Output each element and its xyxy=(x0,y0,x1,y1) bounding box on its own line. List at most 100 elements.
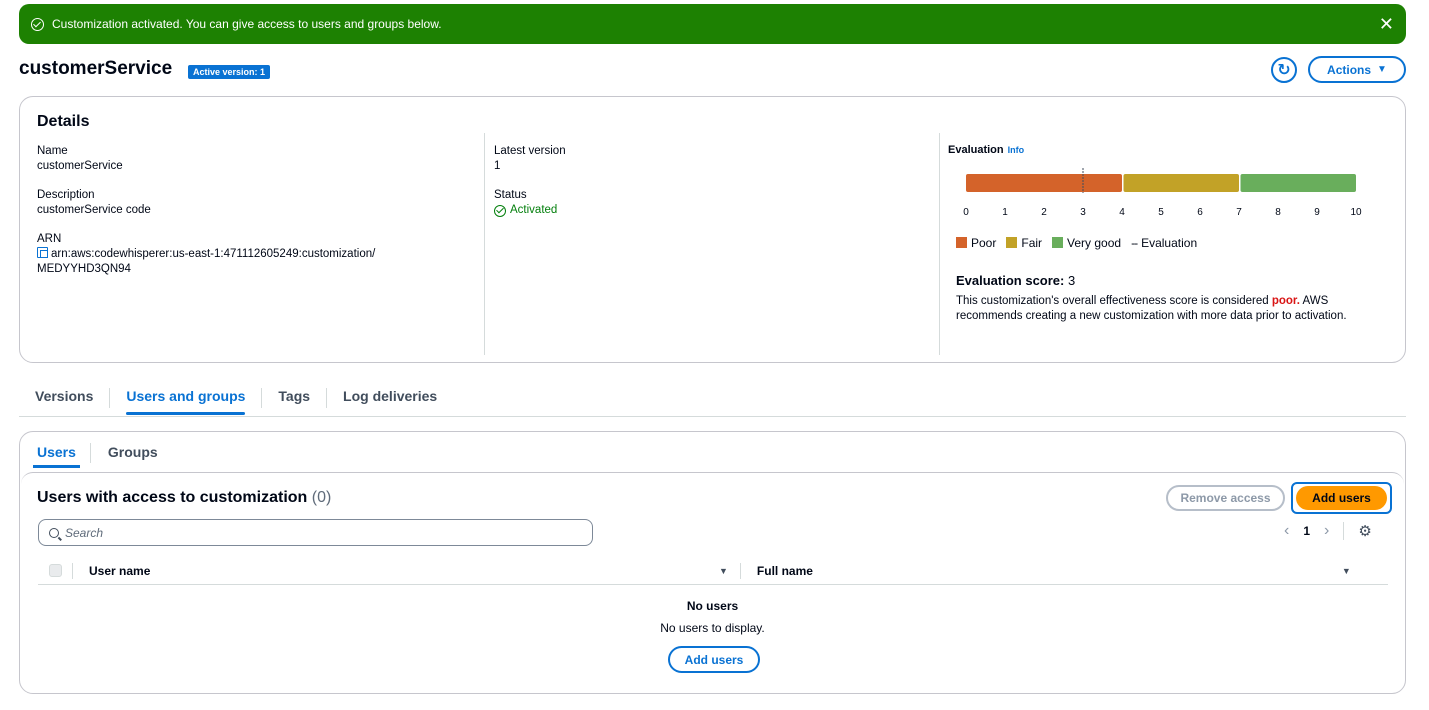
eval-segment-fair xyxy=(1123,174,1239,192)
flash-message: Customization activated. You can give ac… xyxy=(52,17,442,31)
subtab-divider xyxy=(89,443,91,463)
details-heading: Details xyxy=(37,113,90,130)
name-value: customerService xyxy=(37,160,123,172)
tab-users-and-groups[interactable]: Users and groups xyxy=(110,380,261,415)
legend-very-good: Very good xyxy=(1052,236,1121,250)
tick-label: 7 xyxy=(1236,207,1242,218)
caret-down-icon: ▼ xyxy=(1377,64,1387,75)
legend-swatch-fair xyxy=(1006,237,1018,248)
page-number[interactable]: 1 xyxy=(1303,524,1310,538)
evaluation-score: Evaluation score: 3 xyxy=(956,273,1075,288)
column-header-username[interactable]: User name xyxy=(89,564,719,578)
sub-tabs: Users Groups xyxy=(20,432,1405,470)
info-link[interactable]: Info xyxy=(1008,145,1025,155)
arn-line-1: arn:aws:codewhisperer:us-east-1:47111260… xyxy=(51,248,376,260)
pager-divider xyxy=(1343,522,1345,540)
tick-label: 5 xyxy=(1158,207,1164,218)
details-column-1: Name customerService Description custome… xyxy=(37,144,477,291)
check-circle-icon xyxy=(494,204,506,217)
column-divider xyxy=(484,133,485,355)
actions-label: Actions xyxy=(1327,62,1372,77)
score-description: This customization's overall effectivene… xyxy=(956,294,1356,324)
refresh-icon[interactable]: ↻ xyxy=(1271,57,1297,83)
evaluation-title-text: Evaluation xyxy=(948,144,1004,156)
users-panel: Users with access to customization (0) R… xyxy=(21,472,1404,693)
add-users-button[interactable]: Add users xyxy=(1296,486,1387,510)
empty-state-subtitle: No users to display. xyxy=(660,621,765,635)
legend-evaluation: -- Evaluation xyxy=(1131,236,1197,250)
search-icon xyxy=(49,527,59,538)
description-label: Description xyxy=(37,189,95,201)
tick-label: 2 xyxy=(1041,207,1047,218)
search-field[interactable] xyxy=(38,519,593,546)
arn-label: ARN xyxy=(37,233,62,245)
status-label: Status xyxy=(494,189,527,201)
panel-title-text: Users with access to customization xyxy=(37,489,308,506)
select-all-checkbox[interactable] xyxy=(49,564,62,577)
header-divider xyxy=(72,562,73,579)
arn-value: arn:aws:codewhisperer:us-east-1:47111260… xyxy=(37,247,477,277)
status-indicator: Activated xyxy=(494,203,894,218)
legend-poor-label: Poor xyxy=(971,236,997,250)
tick-label: 6 xyxy=(1197,207,1203,218)
sort-icon[interactable]: ▼ xyxy=(719,566,728,576)
users-count: (0) xyxy=(311,489,332,506)
legend-fair: Fair xyxy=(1006,236,1042,250)
score-label: Evaluation score: xyxy=(956,273,1065,288)
table-header: User name ▼ Full name ▼ xyxy=(38,557,1388,585)
legend-swatch-very-good xyxy=(1052,237,1064,248)
tick-label: 1 xyxy=(1002,207,1008,218)
score-desc-before: This customization's overall effectivene… xyxy=(956,295,1272,307)
actions-button[interactable]: Actions ▼ xyxy=(1308,56,1406,83)
evaluation-title: Evaluation Info xyxy=(948,144,1388,156)
copy-icon[interactable] xyxy=(37,247,48,258)
tab-tags[interactable]: Tags xyxy=(262,380,326,414)
legend-poor: Poor xyxy=(956,236,996,250)
empty-state-title: No users xyxy=(686,599,739,613)
dashed-line-icon: -- xyxy=(1131,236,1138,250)
subtab-users[interactable]: Users xyxy=(33,432,80,470)
page-title: customerService xyxy=(19,58,173,79)
remove-access-button[interactable]: Remove access xyxy=(1166,485,1285,511)
tab-versions[interactable]: Versions xyxy=(19,380,109,414)
users-groups-container: Users Groups Users with access to custom… xyxy=(19,431,1406,694)
status-value: Activated xyxy=(510,204,558,216)
description-value: customerService code xyxy=(37,204,151,216)
legend-swatch-poor xyxy=(956,237,967,248)
settings-icon[interactable]: ⚙ xyxy=(1358,522,1371,540)
users-panel-title: Users with access to customization (0) xyxy=(37,489,331,507)
eval-segment-very-good xyxy=(1240,174,1356,192)
active-version-badge: Active version: 1 xyxy=(188,65,271,79)
details-column-2: Latest version 1 Status Activated xyxy=(494,144,894,232)
tick-label: 0 xyxy=(963,207,969,218)
success-flash-banner: Customization activated. You can give ac… xyxy=(19,4,1406,44)
details-panel: Details Name customerService Description… xyxy=(19,96,1406,363)
legend-very-good-label: Very good xyxy=(1067,236,1122,250)
tab-log-deliveries[interactable]: Log deliveries xyxy=(327,380,453,414)
evaluation-section: Evaluation Info 0 1 2 3 4 5 6 7 8 9 10 Poor Fair Ve… xyxy=(948,144,1388,322)
name-label: Name xyxy=(37,145,68,157)
arn-line-2: MEDYYHD3QN94 xyxy=(37,263,131,275)
tick-label: 8 xyxy=(1275,207,1281,218)
tick-label: 3 xyxy=(1080,207,1086,218)
latest-version-value: 1 xyxy=(494,160,501,172)
sort-icon[interactable]: ▼ xyxy=(1342,566,1351,576)
search-input[interactable] xyxy=(65,525,565,540)
score-value: 3 xyxy=(1068,273,1076,288)
tick-label: 9 xyxy=(1314,207,1320,218)
next-page-icon[interactable]: › xyxy=(1324,522,1329,540)
column-header-fullname[interactable]: Full name xyxy=(757,564,1342,578)
header-divider xyxy=(739,562,741,579)
score-desc-poor: poor. xyxy=(1271,295,1300,307)
evaluation-legend: Poor Fair Very good -- Evaluation xyxy=(956,236,1197,250)
empty-add-users-button[interactable]: Add users xyxy=(668,646,760,673)
latest-version-label: Latest version xyxy=(494,145,566,157)
eval-segment-poor xyxy=(966,174,1122,192)
check-circle-icon xyxy=(31,17,44,31)
close-icon[interactable]: ✕ xyxy=(1379,15,1394,33)
prev-page-icon[interactable]: ‹ xyxy=(1284,522,1289,540)
tick-label: 10 xyxy=(1350,207,1362,218)
legend-fair-label: Fair xyxy=(1021,236,1043,250)
tick-label: 4 xyxy=(1119,207,1125,218)
subtab-groups[interactable]: Groups xyxy=(108,432,158,470)
